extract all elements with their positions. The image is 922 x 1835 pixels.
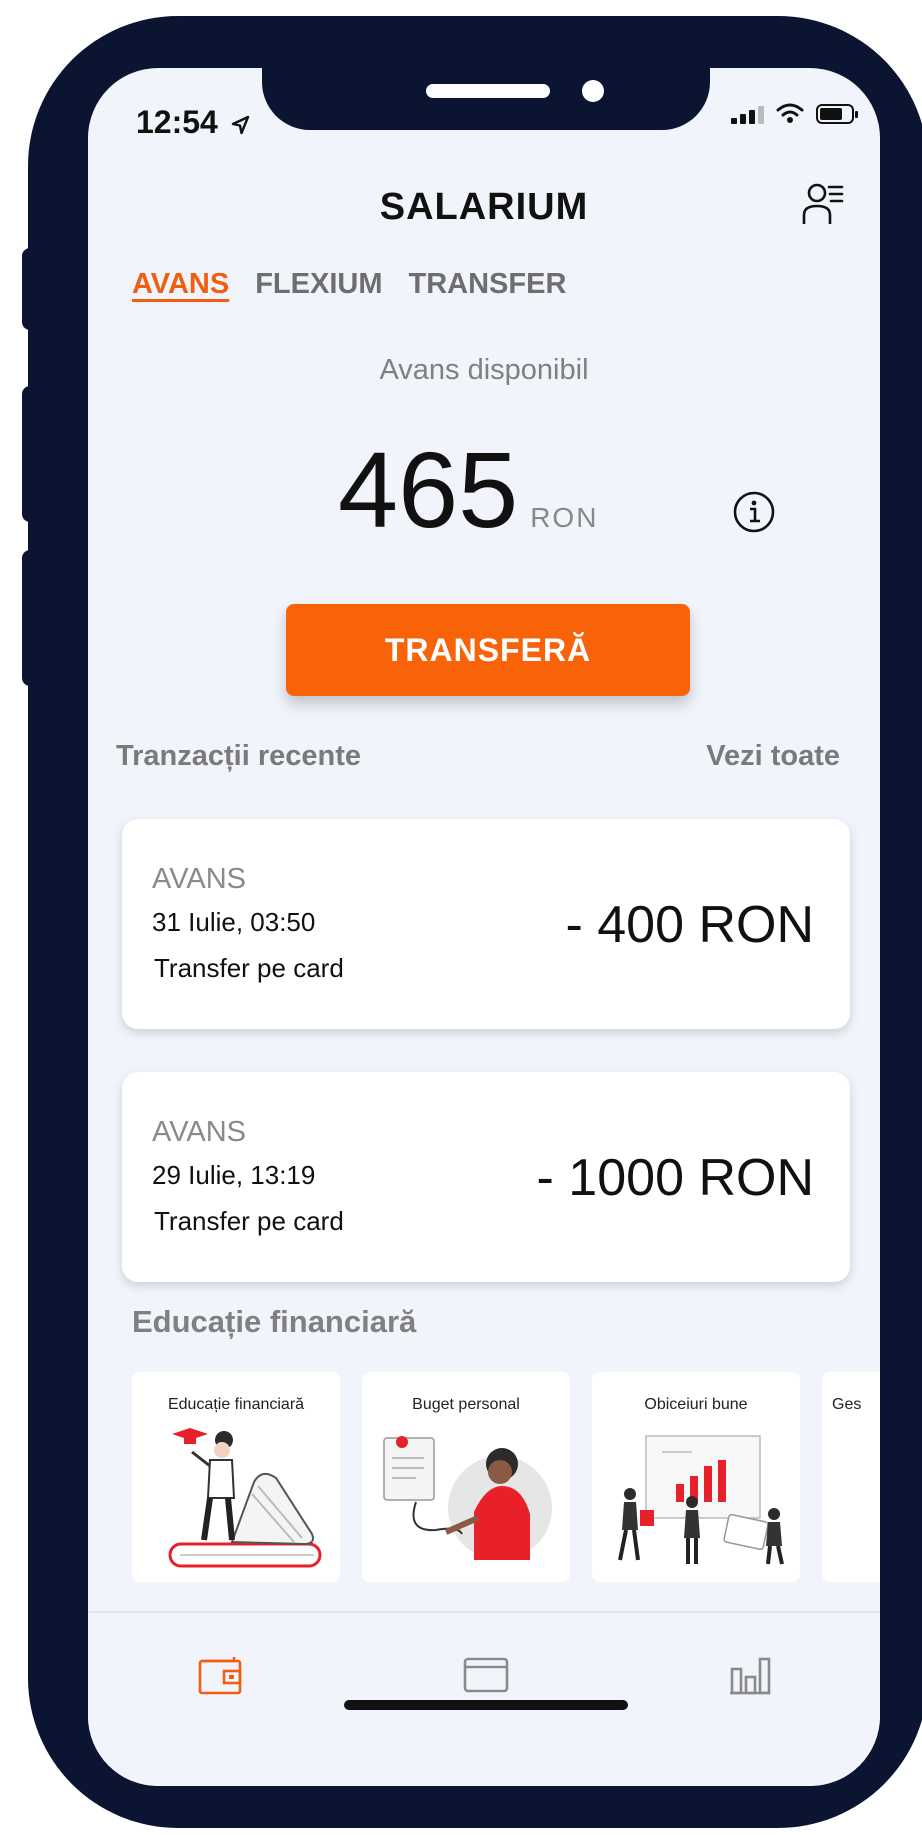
tab-transfer[interactable]: TRANSFER [409,268,567,301]
education-card-label: Obiceiuri bune [644,1396,748,1413]
wallet-icon[interactable] [196,1653,244,1697]
recent-transactions-title: Tranzacții recente [116,740,361,772]
education-card[interactable]: Ges [822,1372,880,1582]
recent-transactions-header: Tranzacții recente Vezi toate [116,740,840,773]
education-card[interactable]: Buget personal [362,1372,570,1582]
info-icon[interactable] [732,490,776,534]
tab-bar-top: AVANS FLEXIUM TRANSFER [132,268,566,301]
bottom-tab-bar [88,1611,880,1786]
mute-switch [22,248,42,330]
education-card-label: Ges [832,1396,862,1413]
home-indicator[interactable] [344,1700,628,1710]
transaction-date: 29 Iulie, 13:19 [152,1160,316,1190]
app-title: SALARIUM [379,186,589,228]
volume-down-button [22,550,42,686]
balance-amount: 465 [338,429,519,550]
wifi-icon [776,103,804,123]
battery-icon [816,104,858,124]
education-card-label: Educație financiară [167,1396,305,1413]
front-camera [582,80,604,102]
see-all-link[interactable]: Vezi toate [706,740,840,773]
status-time: 12:54 [136,104,251,141]
education-card-label: Buget personal [412,1396,520,1413]
transaction-method: Transfer pe card [154,953,344,983]
education-carousel[interactable]: Educație financiară Buget personal Obice… [132,1372,880,1584]
phone-screen: 12:54 SALARIUM AVANS FLEXIUM TRANSFER Av… [88,68,880,1786]
transaction-type: AVANS [152,863,247,895]
notch [262,68,710,130]
transaction-method: Transfer pe card [154,1206,344,1236]
tab-avans[interactable]: AVANS [132,268,229,301]
education-card[interactable]: Educație financiară [132,1372,340,1582]
transaction-card[interactable]: AVANS 29 Iulie, 13:19 Transfer pe card -… [122,1072,850,1282]
tab-flexium[interactable]: FLEXIUM [255,268,382,301]
graduate-on-books-illustration [168,1428,322,1568]
volume-up-button [22,386,42,522]
status-icons [731,102,858,124]
transaction-amount: - 1000 RON [536,1149,814,1207]
speaker-grille [426,84,550,98]
good-habits-illustration [618,1435,784,1565]
transaction-date: 31 Iulie, 03:50 [152,907,316,937]
balance-currency: RON [530,502,599,533]
personal-budget-illustration [383,1436,552,1560]
location-arrow-icon [231,115,249,134]
transaction-amount: - 400 RON [565,896,814,954]
education-section-title: Educație financiară [132,1304,417,1339]
chart-icon[interactable] [726,1653,774,1697]
profile-menu-icon[interactable] [800,182,846,228]
transfer-button[interactable]: TRANSFERĂ [286,604,690,696]
education-card[interactable]: Obiceiuri bune [592,1372,800,1582]
transaction-card[interactable]: AVANS 31 Iulie, 03:50 Transfer pe card -… [122,819,850,1029]
transaction-type: AVANS [152,1116,247,1148]
balance-label: Avans disponibil [379,354,589,386]
balance-display: 465 RON [338,436,598,544]
signal-icon [731,106,764,124]
card-icon[interactable] [462,1653,510,1697]
